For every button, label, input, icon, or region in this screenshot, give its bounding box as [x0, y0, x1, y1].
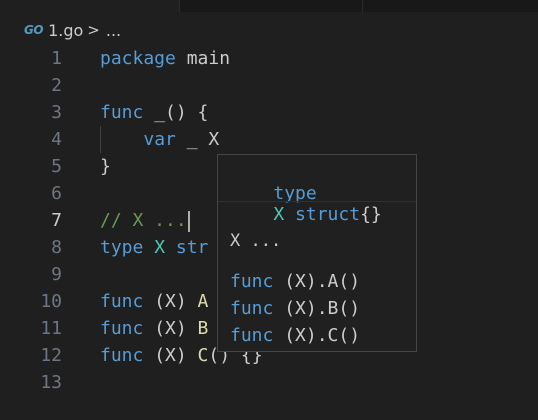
method-keyword: func	[230, 298, 274, 319]
line-code: func (X) A	[100, 288, 208, 315]
code-token: type	[100, 237, 144, 258]
method-signature: (X).A()	[273, 271, 361, 292]
line-number: 7	[51, 210, 62, 231]
method-keyword: func	[230, 271, 274, 292]
code-token: C	[197, 345, 209, 366]
line-number: 6	[51, 183, 62, 204]
code-token: func	[100, 318, 144, 339]
line-number: 1	[51, 48, 62, 69]
breadcrumb: GO 1.go > ...	[24, 19, 121, 41]
method-keyword: func	[230, 325, 274, 346]
line-code: func (X) B	[100, 315, 208, 342]
go-file-icon: GO	[24, 23, 44, 37]
code-token: B	[197, 318, 209, 339]
line-code: type X str	[100, 234, 208, 261]
breadcrumb-symbol[interactable]: ...	[106, 21, 121, 40]
line-number: 5	[51, 156, 62, 177]
hover-method-item: func (X).B()	[230, 295, 360, 322]
code-token: (X)	[143, 318, 198, 339]
hover-method-item: func (X).A()	[230, 268, 360, 295]
line-number: 12	[40, 345, 62, 366]
line-number: 4	[51, 129, 62, 150]
line-number: 8	[51, 237, 62, 258]
code-token: func	[100, 345, 144, 366]
line-number: 13	[40, 372, 62, 393]
hover-doc-text: X ...	[230, 231, 282, 251]
code-token: func	[100, 291, 144, 312]
code-token: var	[143, 129, 176, 150]
line-number: 10	[40, 291, 62, 312]
code-token: str	[165, 237, 209, 258]
method-signature: (X).B()	[273, 298, 361, 319]
line-code: // X ...	[100, 207, 190, 234]
line-number: 3	[51, 102, 62, 123]
code-token: _ X	[175, 129, 220, 150]
code-token: // X ...	[100, 210, 187, 231]
hover-divider	[218, 201, 416, 202]
hover-method-list: func (X).A() func (X).B() func (X).C()	[230, 268, 360, 349]
code-line[interactable]: 1 package main	[0, 45, 538, 72]
code-token: func	[100, 102, 144, 123]
line-code: func _() {	[100, 99, 208, 126]
tab-active[interactable]	[0, 0, 180, 12]
text-cursor	[187, 210, 190, 232]
line-code: var _ X	[100, 126, 219, 153]
code-token: (X)	[143, 291, 198, 312]
code-token: _() {	[143, 102, 209, 123]
line-number: 9	[51, 264, 62, 285]
code-token: package	[100, 48, 176, 69]
code-line[interactable]: 2	[0, 72, 538, 99]
breadcrumb-file[interactable]: 1.go	[48, 21, 83, 40]
line-code: package main	[100, 45, 230, 72]
code-token: (X)	[143, 345, 198, 366]
hover-method-item: func (X).C()	[230, 322, 360, 349]
code-token: A	[197, 291, 209, 312]
method-signature: (X).C()	[273, 325, 361, 346]
editor-tab-bar	[0, 0, 538, 12]
line-number: 11	[40, 318, 62, 339]
code-token: }	[100, 156, 111, 177]
hover-widget: type X struct{} X ... func (X).A() func (…	[217, 154, 417, 352]
code-token: main	[186, 48, 231, 69]
code-line[interactable]: 4 var _ X	[0, 126, 538, 153]
hover-signature-name: X	[273, 204, 285, 225]
code-token: X	[154, 237, 166, 258]
indent-guide	[100, 126, 101, 153]
tab-inactive[interactable]	[180, 0, 363, 12]
hover-signature-kind: struct	[284, 204, 361, 225]
hover-signature-braces: {}	[360, 204, 382, 225]
chevron-right-icon: >	[87, 21, 100, 39]
code-line[interactable]: 3 func _() {	[0, 99, 538, 126]
line-number: 2	[51, 75, 62, 96]
line-code: }	[100, 153, 111, 180]
code-line[interactable]: 13	[0, 369, 538, 396]
